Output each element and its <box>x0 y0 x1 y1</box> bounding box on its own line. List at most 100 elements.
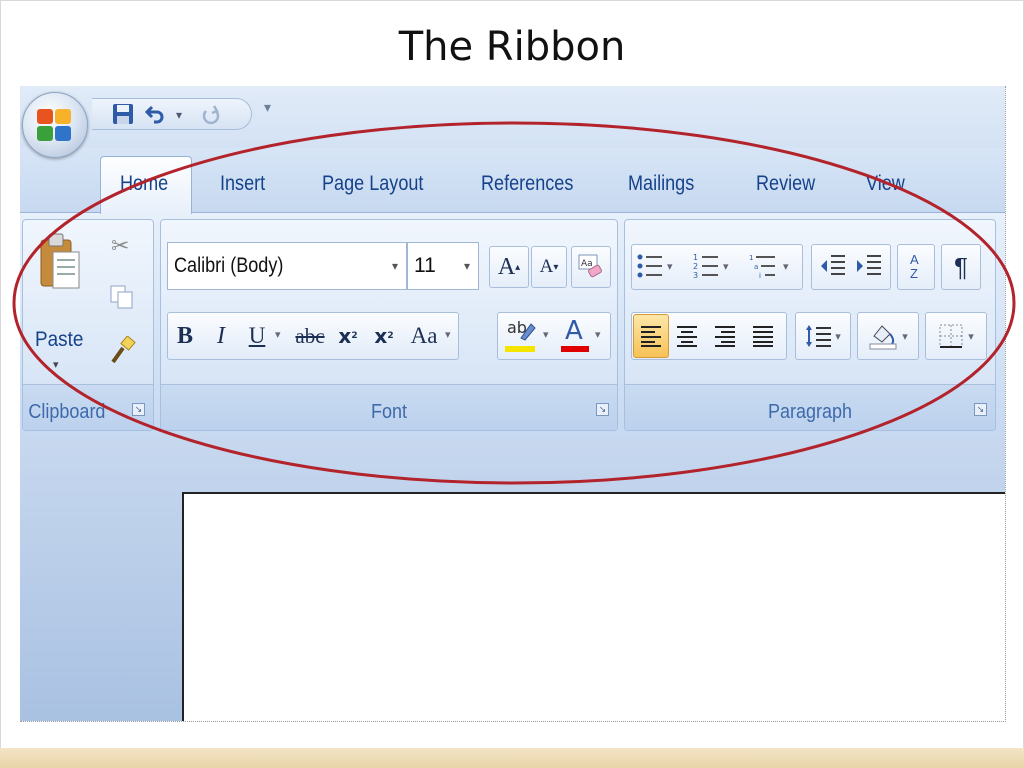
font-size-value: 11 <box>414 254 436 277</box>
show-formatting-marks-button[interactable]: ¶ <box>941 244 981 290</box>
slide-title: The Ribbon <box>398 24 626 70</box>
font-group: Calibri (Body) ▾ 11 ▾ A ▴ A ▾ Aa B I U ▾ a… <box>160 219 618 431</box>
sort-button[interactable]: A Z <box>897 244 935 290</box>
highlight-button[interactable]: ab <box>503 316 539 356</box>
paste-dropdown-icon[interactable]: ▾ <box>53 358 59 371</box>
paste-button[interactable]: Paste ▾ <box>33 232 91 372</box>
grow-font-icon: A <box>497 253 516 280</box>
multilevel-list-dropdown-icon[interactable]: ▾ <box>783 260 789 273</box>
numbering-icon[interactable]: 123 <box>693 252 719 285</box>
font-group-label: Font <box>370 401 408 423</box>
bullets-icon[interactable] <box>637 252 663 285</box>
sort-icon: A Z <box>910 252 918 281</box>
tab-references[interactable]: References <box>481 172 573 200</box>
svg-text:Aa: Aa <box>581 259 593 269</box>
font-name-value: Calibri (Body) <box>174 254 284 277</box>
undo-icon[interactable] <box>144 103 166 127</box>
svg-text:i: i <box>759 272 761 280</box>
paragraph-group: ▾ 123 ▾ 1ai ▾ A Z ¶ ▾ ▾ ▾ Paragraph ↘ <box>624 219 996 431</box>
borders-button[interactable]: ▾ <box>925 312 987 360</box>
svg-text:a: a <box>754 263 758 271</box>
quick-access-toolbar: ▾ <box>92 98 252 130</box>
clear-formatting-icon: Aa <box>578 254 602 278</box>
superscript-button[interactable]: x2 <box>367 314 401 358</box>
shrink-font-icon: A <box>539 256 554 277</box>
tab-insert[interactable]: Insert <box>220 172 265 200</box>
font-name-dropdown-icon[interactable]: ▾ <box>392 243 398 289</box>
font-color-button[interactable]: A <box>559 316 591 356</box>
align-right-icon[interactable] <box>713 324 737 353</box>
paragraph-group-label: Paragraph <box>767 401 853 423</box>
redo-icon[interactable] <box>200 103 222 127</box>
clear-formatting-button[interactable]: Aa <box>571 246 611 288</box>
subscript-button[interactable]: x2 <box>331 314 365 358</box>
svg-text:2: 2 <box>693 262 698 271</box>
font-dialog-launcher-icon[interactable]: ↘ <box>596 403 609 416</box>
tab-home[interactable]: Home <box>120 172 168 200</box>
cut-icon[interactable]: ✂ <box>111 234 129 259</box>
subscript-label: x <box>338 324 352 348</box>
borders-dropdown-icon[interactable]: ▾ <box>968 330 974 343</box>
customize-quick-access-icon[interactable]: ▾ <box>264 100 271 116</box>
svg-text:1: 1 <box>693 253 698 262</box>
shading-icon <box>869 325 897 350</box>
font-size-combobox[interactable]: 11 ▾ <box>407 242 479 290</box>
change-case-dropdown-icon[interactable]: ▾ <box>445 328 451 341</box>
highlight-color-bar <box>505 346 535 352</box>
copy-icon[interactable] <box>109 284 135 315</box>
underline-dropdown-icon[interactable]: ▾ <box>275 328 281 341</box>
slide-bottom-band <box>0 748 1024 768</box>
clipboard-group-label: Clipboard <box>28 401 106 423</box>
highlight-dropdown-icon[interactable]: ▾ <box>543 328 549 341</box>
align-left-icon <box>641 326 661 347</box>
underline-button[interactable]: U <box>241 314 273 358</box>
tab-mailings[interactable]: Mailings <box>628 172 694 200</box>
bold-button[interactable]: B <box>169 314 201 358</box>
font-name-combobox[interactable]: Calibri (Body) ▾ <box>167 242 407 290</box>
italic-button[interactable]: I <box>205 314 237 358</box>
document-page[interactable] <box>182 492 1005 721</box>
numbering-dropdown-icon[interactable]: ▾ <box>723 260 729 273</box>
office-logo-icon <box>37 109 73 143</box>
clipboard-group: Paste ▾ ✂ Clipboard ↘ <box>22 219 154 431</box>
title-bar: ▾ ▾ <box>20 86 1005 148</box>
paragraph-dialog-launcher-icon[interactable]: ↘ <box>974 403 987 416</box>
multilevel-list-icon[interactable]: 1ai <box>749 252 779 285</box>
shading-dropdown-icon[interactable]: ▾ <box>902 330 908 343</box>
justify-icon[interactable] <box>751 324 775 353</box>
shrink-font-button[interactable]: A ▾ <box>531 246 567 288</box>
tab-view[interactable]: View <box>866 172 905 200</box>
font-color-bar <box>561 346 589 352</box>
tab-page-layout[interactable]: Page Layout <box>322 172 423 200</box>
svg-text:3: 3 <box>693 271 698 280</box>
bullets-dropdown-icon[interactable]: ▾ <box>667 260 673 273</box>
align-center-icon[interactable] <box>675 324 699 353</box>
office-button[interactable] <box>22 92 88 158</box>
tab-review[interactable]: Review <box>756 172 815 200</box>
paste-label: Paste <box>35 328 84 351</box>
shading-button[interactable]: ▾ <box>857 312 919 360</box>
increase-indent-icon[interactable] <box>855 252 883 285</box>
change-case-button[interactable]: Aa <box>403 314 445 358</box>
font-size-dropdown-icon[interactable]: ▾ <box>464 243 470 289</box>
format-painter-icon[interactable] <box>109 335 137 369</box>
word-window-screenshot: ▾ ▾ Home Insert Page Layout References M… <box>20 86 1006 722</box>
ribbon: Paste ▾ ✂ Clipboard ↘ Calibri (Body) ▾ 1… <box>20 212 1005 434</box>
font-color-label: A <box>565 316 583 346</box>
line-spacing-icon <box>806 325 832 347</box>
svg-text:1: 1 <box>749 254 753 262</box>
undo-dropdown-icon[interactable]: ▾ <box>176 103 182 127</box>
strikethrough-button[interactable]: abc <box>291 314 329 358</box>
highlighter-icon <box>520 323 536 341</box>
superscript-label: x <box>374 324 388 348</box>
save-icon[interactable] <box>112 103 134 127</box>
line-spacing-dropdown-icon[interactable]: ▾ <box>835 330 841 343</box>
decrease-indent-icon[interactable] <box>819 252 847 285</box>
grow-font-button[interactable]: A ▴ <box>489 246 529 288</box>
font-color-dropdown-icon[interactable]: ▾ <box>595 328 601 341</box>
borders-icon <box>939 324 963 348</box>
align-left-button[interactable] <box>633 314 669 358</box>
paste-icon <box>40 233 80 289</box>
clipboard-dialog-launcher-icon[interactable]: ↘ <box>132 403 145 416</box>
line-spacing-button[interactable]: ▾ <box>795 312 851 360</box>
